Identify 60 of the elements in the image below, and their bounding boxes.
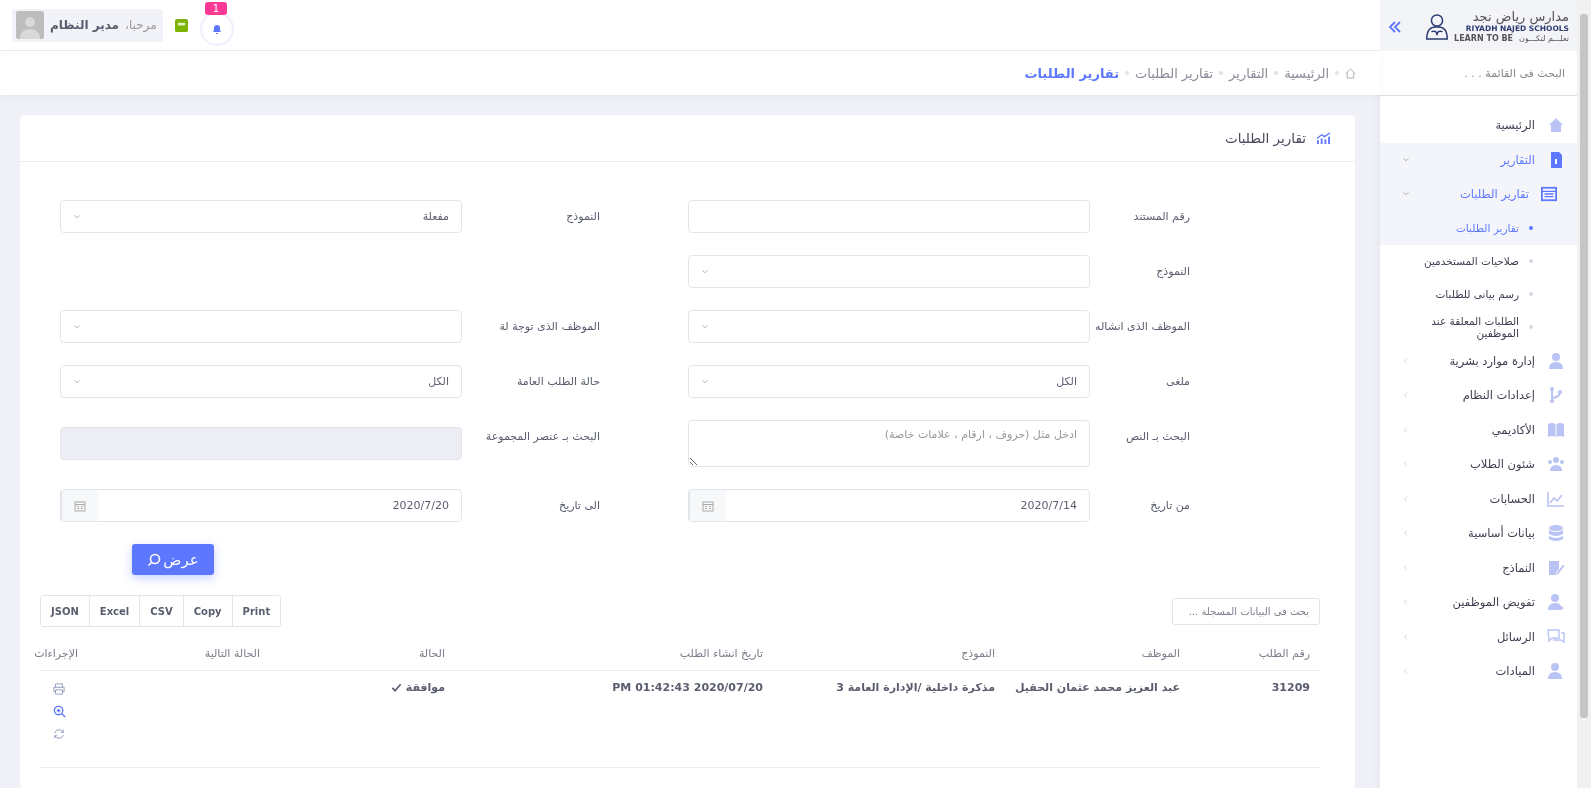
menu-item[interactable]: النماذج — [1380, 550, 1577, 585]
logo-title: مدارس رياض نجد — [1472, 9, 1569, 24]
column-header: الموظف — [1141, 647, 1180, 660]
logo-tagline: LEARN TO BE — [1454, 34, 1514, 44]
menu-item[interactable]: تقارير الطلبات — [1380, 177, 1577, 212]
greeting-text: مرحبا، — [125, 18, 157, 32]
search-field[interactable]: بحث فى البيانات المسجلة ... — [1172, 597, 1320, 625]
menu-item[interactable]: الطلبات المعلقة عند الموظفين — [1380, 310, 1577, 344]
menu-item[interactable]: بيانات أساسية — [1380, 516, 1577, 551]
table-cell: مذكرة داخلية /الإدارة العامة 3 — [836, 681, 995, 694]
submit-button[interactable]: عرض — [132, 544, 214, 575]
breadcrumb-link[interactable]: تقارير الطلبات — [1024, 65, 1120, 81]
menu-item[interactable]: إدارة موارد بشرية — [1380, 343, 1577, 378]
field-label: من تاريخ — [1149, 498, 1190, 512]
menu-item[interactable]: الرئيسية — [1380, 108, 1577, 143]
column-header: النموذج — [961, 647, 995, 660]
logo-tagline: تعلـــم لتكـــون — [1519, 34, 1569, 44]
menu-item[interactable]: شئون الطلاب — [1380, 447, 1577, 482]
menu-item[interactable]: إعدادات النظام — [1380, 378, 1577, 413]
column-header: الإجراءات — [34, 647, 78, 660]
field-label: النموذج — [1155, 264, 1190, 278]
user-name[interactable]: مدير النظام — [50, 18, 120, 32]
breadcrumb-link[interactable]: التقارير — [1229, 65, 1269, 81]
column-header: الحالة التالية — [204, 647, 260, 660]
select-field[interactable]: الكل — [60, 365, 462, 398]
table-cell: 2020/07/20 01:42:43 PM — [612, 681, 763, 694]
table-cell: عبد العزيز محمد عثمان الحقيل — [1014, 681, 1180, 694]
select-field[interactable]: الكل — [688, 365, 1090, 398]
table-cell: 31209 — [1271, 681, 1310, 694]
select-field[interactable]: مفعلة — [60, 200, 462, 233]
field-label: ملغى — [1165, 374, 1190, 388]
notification-badge: 1 — [204, 2, 228, 15]
menu-item[interactable]: الرسائل — [1380, 619, 1577, 654]
search-field[interactable]: البحث فى القائمة . . . — [1380, 51, 1577, 96]
menu-item[interactable]: صلاحيات المستخدمين — [1380, 244, 1577, 278]
menu-item[interactable]: رسم بيانى للطلبات — [1380, 277, 1577, 311]
column-header: تاريخ انشاء الطلب — [679, 647, 763, 660]
card-title: تقارير الطلبات — [1224, 130, 1306, 146]
export-button[interactable]: Print — [231, 596, 281, 626]
menu-item[interactable]: تفويض الموظفين — [1380, 585, 1577, 620]
table-cell: موافقة — [405, 681, 445, 694]
field-label: البحث بـ النص — [1124, 429, 1190, 443]
field-label: البحث بـ عنصر المجموعة — [484, 429, 601, 443]
menu-item[interactable]: تقارير الطلبات — [1380, 211, 1577, 245]
field-label: رقم المستند — [1132, 209, 1190, 223]
menu-item[interactable]: الميادات — [1380, 654, 1577, 689]
menu-item[interactable]: الحسابات — [1380, 481, 1577, 516]
field-label: الى تاريخ — [558, 498, 601, 512]
date-field[interactable]: 2020/7/14 — [688, 489, 1090, 522]
menu-item[interactable]: الأكاديمي — [1380, 412, 1577, 447]
column-header: الحالة — [418, 647, 445, 660]
breadcrumb-link[interactable]: الرئيسية — [1284, 65, 1329, 81]
menu-item[interactable]: التقارير — [1380, 142, 1577, 177]
column-header: رقم الطلب — [1258, 647, 1310, 660]
field-label: النموذج — [565, 209, 601, 223]
date-field[interactable]: 2020/7/20 — [60, 489, 462, 522]
field-label: حالة الطلب العامة — [515, 374, 601, 388]
field-label: الموظف الذى توجة لة — [498, 319, 601, 333]
text-area[interactable]: ادخل مثل (حروف ، ارقام ، علامات خاصة) — [688, 420, 1090, 467]
field-label: الموظف الذى انشاله — [1094, 319, 1190, 333]
